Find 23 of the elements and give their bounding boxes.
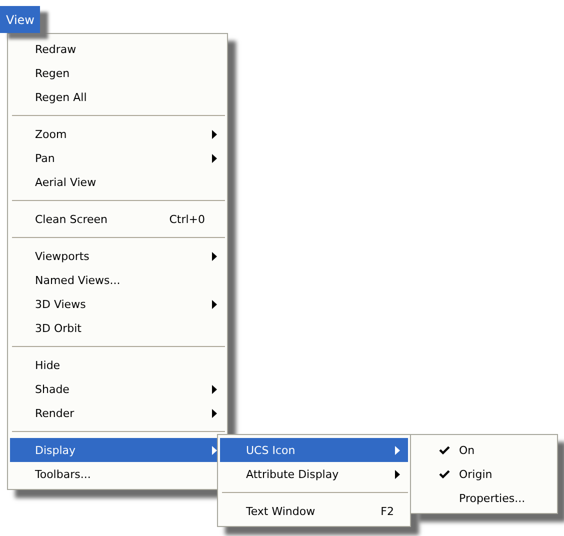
menu-item[interactable]: On [413,438,555,462]
menu-item[interactable]: Viewports [10,244,225,268]
menu-item[interactable]: Aerial View [10,170,225,194]
menu-item[interactable]: 3D Orbit [10,316,225,340]
menu-item[interactable]: Zoom [10,122,225,146]
menu-item[interactable]: Pan [10,146,225,170]
menu-item[interactable]: UCS Icon [220,438,408,462]
menu-item[interactable]: Text Window F2 [220,499,408,523]
shortcut-label: F2 [380,504,394,518]
menu-item[interactable]: Clean Screen Ctrl+0 [10,207,225,231]
menu-item[interactable]: Named Views... [10,268,225,292]
menu-item[interactable]: Regen All [10,85,225,109]
menu-item[interactable]: 3D Views [10,292,225,316]
menu-item[interactable]: Render [10,401,225,425]
menu-item[interactable]: Shade [10,377,225,401]
menu-item[interactable]: Origin [413,462,555,486]
menu-item[interactable]: Regen [10,61,225,85]
menu-item[interactable]: Hide [10,353,225,377]
menu-title[interactable]: View [0,6,40,33]
menu-item[interactable]: Redraw [10,37,225,61]
menu-item[interactable]: Attribute Display [220,462,408,486]
menu-item[interactable]: Properties... [413,486,555,510]
shortcut-label: Ctrl+0 [169,212,205,226]
